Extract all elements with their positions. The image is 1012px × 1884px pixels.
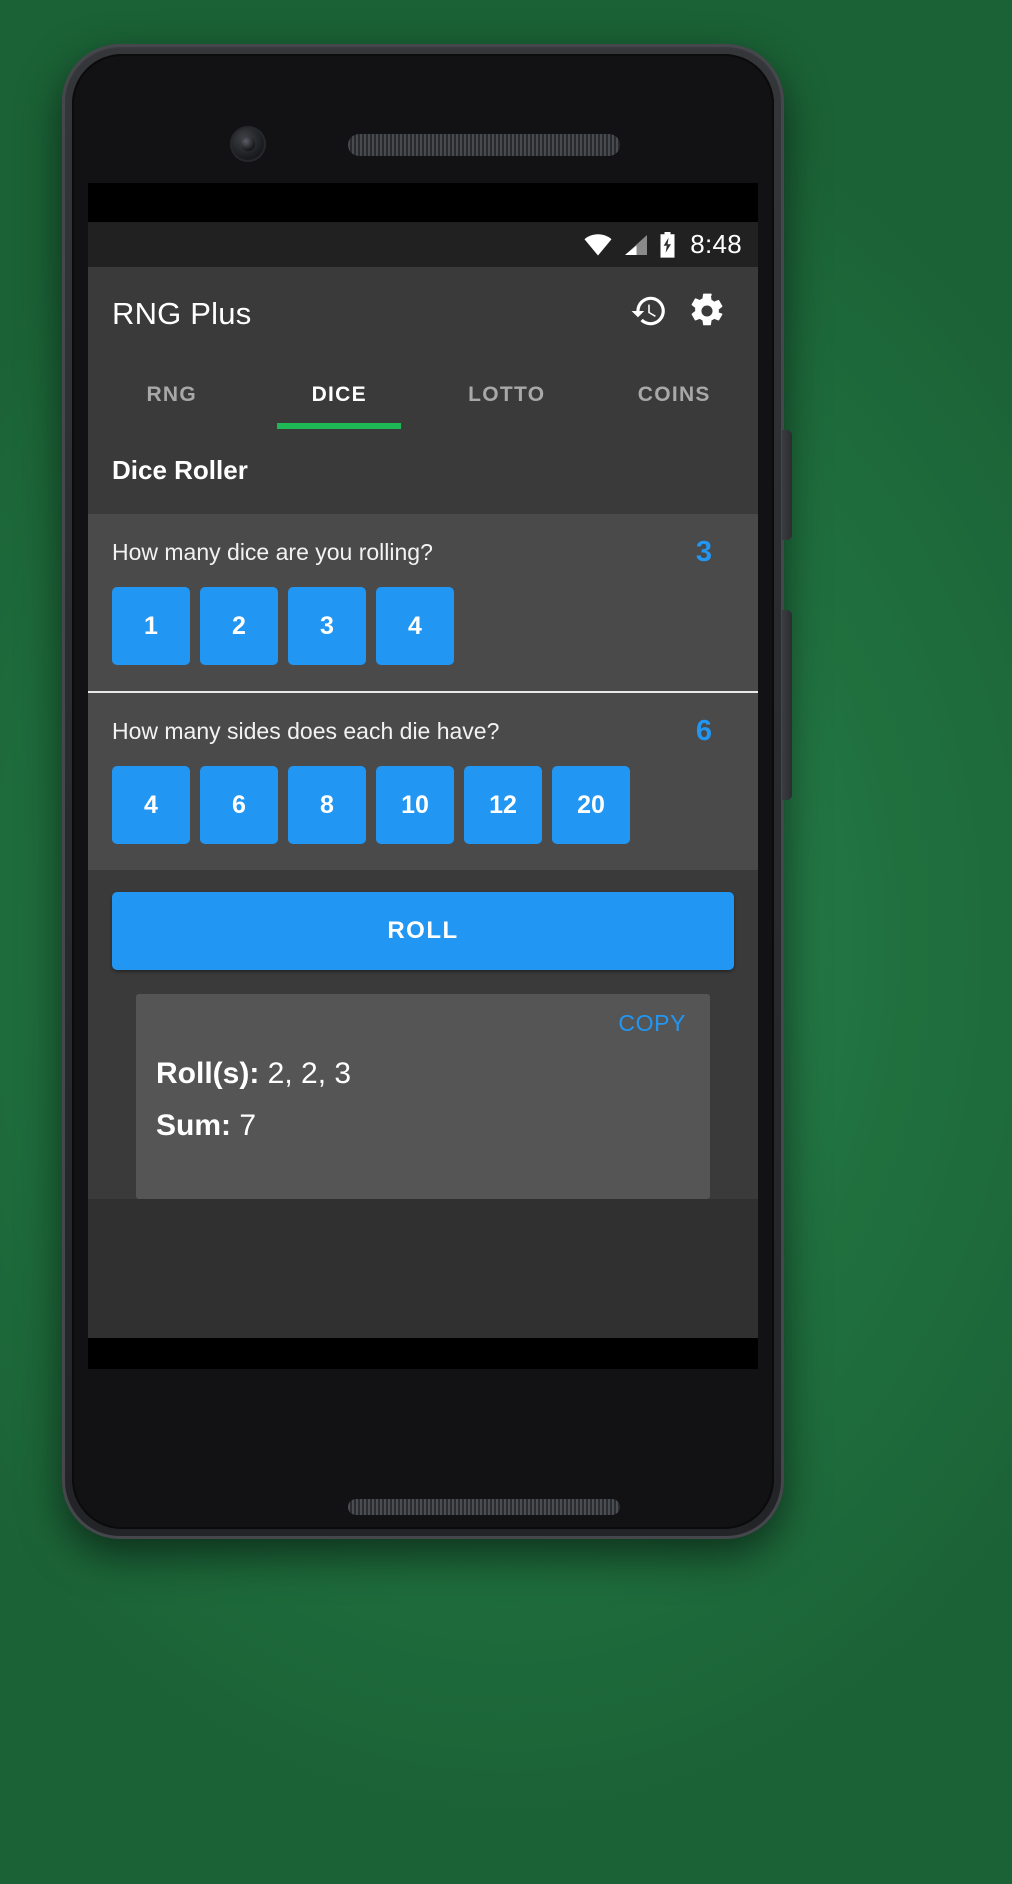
dice-sides-header: How many sides does each die have? 6: [112, 715, 734, 748]
sum-label: Sum:: [156, 1109, 231, 1142]
settings-button[interactable]: [678, 285, 736, 343]
volume-button[interactable]: [782, 610, 792, 800]
front-camera-icon: [230, 126, 266, 162]
history-icon: [630, 292, 668, 335]
copy-button[interactable]: COPY: [614, 1008, 690, 1039]
dice-count-header: How many dice are you rolling? 3: [112, 536, 734, 569]
page-title: Dice Roller: [112, 455, 248, 485]
results-card: COPY Roll(s): 2, 2, 3 Sum: 7: [136, 994, 710, 1199]
phone-screen: 8:48 RNG Plus RNG DICE LOTTO COINS Dice …: [88, 183, 758, 1369]
dice-count-value: 3: [695, 536, 712, 568]
history-button[interactable]: [620, 285, 678, 343]
main-content: Dice Roller How many dice are you rollin…: [88, 429, 758, 1341]
dice-sides-option[interactable]: 8: [288, 766, 366, 844]
dice-sides-question: How many sides does each die have?: [112, 718, 500, 744]
tab-dice[interactable]: DICE: [256, 360, 424, 429]
dice-count-picker: How many dice are you rolling? 3 1 2 3 4: [88, 514, 758, 691]
dice-sides-value: 6: [695, 715, 712, 747]
tab-lotto[interactable]: LOTTO: [423, 360, 591, 429]
status-bar: 8:48: [88, 222, 758, 267]
earpiece-speaker-grille: [348, 134, 620, 156]
dice-count-option[interactable]: 1: [112, 587, 190, 665]
dice-count-option[interactable]: 4: [376, 587, 454, 665]
dice-sides-options: 4 6 8 10 12 20: [112, 766, 734, 844]
cellular-signal-icon: [623, 234, 648, 256]
action-area: ROLL COPY Roll(s): 2, 2, 3 Sum: 7: [88, 870, 758, 1199]
app-bar: RNG Plus: [88, 267, 758, 360]
battery-charging-icon: [659, 231, 676, 258]
power-button[interactable]: [782, 430, 792, 540]
dice-sides-option[interactable]: 20: [552, 766, 630, 844]
copy-row: COPY: [156, 1008, 690, 1039]
dice-sides-option[interactable]: 4: [112, 766, 190, 844]
sum-result-line: Sum: 7: [156, 1109, 690, 1143]
tab-coins[interactable]: COINS: [591, 360, 759, 429]
dice-sides-option[interactable]: 12: [464, 766, 542, 844]
roll-button[interactable]: ROLL: [112, 892, 734, 970]
sum-value: 7: [239, 1109, 257, 1142]
dice-sides-option[interactable]: 6: [200, 766, 278, 844]
section-header: Dice Roller: [88, 429, 758, 514]
screen-top-letterbox: [88, 183, 758, 222]
gear-icon: [688, 292, 726, 335]
dice-count-options: 1 2 3 4: [112, 587, 734, 665]
rolls-result-line: Roll(s): 2, 2, 3: [156, 1057, 690, 1091]
screen-bottom-letterbox: [88, 1338, 758, 1369]
dice-count-question: How many dice are you rolling?: [112, 539, 433, 565]
tab-rng[interactable]: RNG: [88, 360, 256, 429]
rolls-value: 2, 2, 3: [267, 1057, 352, 1090]
bottom-speaker-grille: [348, 1499, 620, 1515]
dice-count-option[interactable]: 2: [200, 587, 278, 665]
dice-sides-option[interactable]: 10: [376, 766, 454, 844]
dice-count-option[interactable]: 3: [288, 587, 366, 665]
dice-sides-picker: How many sides does each die have? 6 4 6…: [88, 691, 758, 870]
status-bar-clock: 8:48: [690, 229, 742, 259]
app-title: RNG Plus: [112, 295, 252, 331]
rolls-label: Roll(s):: [156, 1057, 260, 1090]
wifi-icon: [584, 233, 612, 256]
tab-bar: RNG DICE LOTTO COINS: [88, 360, 758, 429]
